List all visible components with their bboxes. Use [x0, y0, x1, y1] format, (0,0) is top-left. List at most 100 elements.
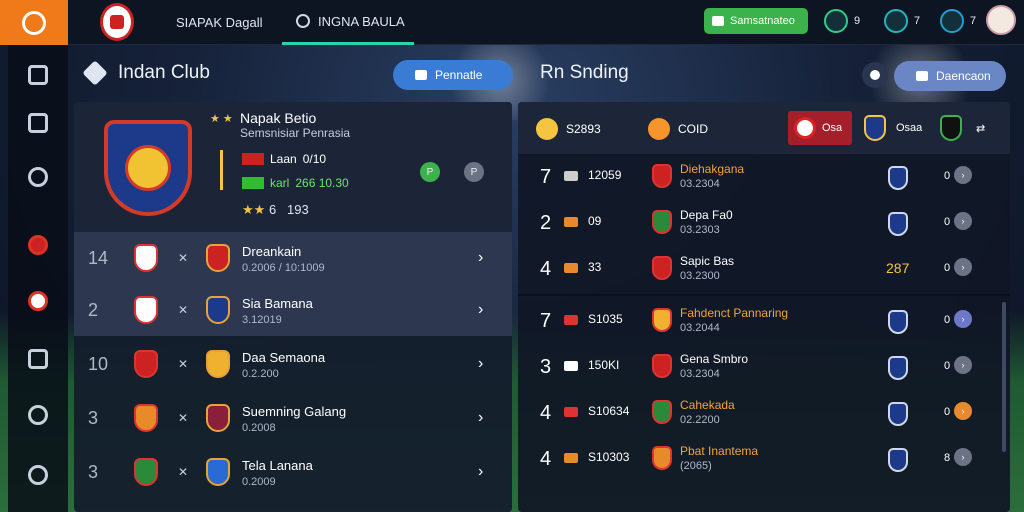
- away-crest-icon: [206, 458, 230, 486]
- stat-value: 9: [854, 15, 861, 27]
- club-crest-icon[interactable]: [864, 115, 886, 141]
- shield-icon: [28, 167, 48, 187]
- row-subtitle: 03.2044: [680, 322, 720, 334]
- left-action-button[interactable]: Pennatle: [393, 60, 513, 90]
- row-count: 0: [944, 360, 951, 372]
- app-logo[interactable]: [0, 0, 68, 45]
- fixture-row[interactable]: 14 ✕ Dreankain 0.2006 / 10:1009 ›: [74, 232, 512, 284]
- info-dot-icon[interactable]: ›: [954, 258, 972, 276]
- row-title: Fahdenct Pannaring: [680, 306, 789, 320]
- row-code: 33: [588, 260, 602, 274]
- swap-icon[interactable]: ⇄: [976, 122, 985, 135]
- record-toggle[interactable]: [862, 62, 888, 88]
- standings-panel: S2893 COID Osa Osaa ⇄ 7 12059 Diehakgana 03…: [518, 102, 1010, 512]
- row-title: Diehakgana: [680, 162, 745, 176]
- tab-selected-label: Osa: [822, 122, 843, 134]
- club-crest-icon: [652, 446, 672, 470]
- settings-icon: [28, 465, 48, 485]
- club-card[interactable]: ★ ★ Napak Betio Semsnisiar Penrasia Laan…: [74, 102, 512, 232]
- info-dot-icon[interactable]: ›: [954, 448, 972, 466]
- avatar[interactable]: [986, 5, 1016, 35]
- fixture-date: 0.2008: [242, 422, 276, 434]
- chevron-right-icon: ›: [478, 249, 484, 266]
- right-action-button[interactable]: Daencaon: [894, 61, 1006, 91]
- trend-icon: [564, 315, 578, 325]
- standings-row[interactable]: 2 09 Depa Fa0 03.2303 0 ›: [518, 200, 1010, 246]
- row-subtitle: 02.2200: [680, 414, 720, 426]
- stat-value: 7: [914, 15, 921, 27]
- sidebar-item-tools[interactable]: [26, 347, 50, 371]
- row-rank: 2: [540, 212, 552, 234]
- green-action-label: Samsatnateo: [730, 15, 795, 27]
- fixture-date: 3.12019: [242, 314, 282, 326]
- standings-row[interactable]: 4 33 Sapic Bas 03.2300 287 0 ›: [518, 246, 1010, 292]
- row-rank: 7: [540, 166, 552, 188]
- tab-active[interactable]: INGNA BAULA: [282, 0, 414, 45]
- team-crest-icon: [888, 448, 908, 472]
- fixture-row[interactable]: 10 ✕ Daa Semaona 0.2.200 ›: [74, 338, 512, 390]
- row-code: S10303: [588, 450, 630, 464]
- standings-row[interactable]: 4 S10303 Pbat Inantema (2065) 8 ›: [518, 436, 1010, 482]
- club-crest-icon: [28, 235, 48, 255]
- club-crest-icon: [652, 308, 672, 332]
- club-line-1-value: 0/10: [302, 152, 327, 166]
- info-dot-icon[interactable]: ›: [954, 166, 972, 184]
- club-crest-icon[interactable]: [940, 115, 962, 141]
- standings-row[interactable]: 4 S10634 Cahekada 02.2200 0 ›: [518, 390, 1010, 436]
- stat-currency[interactable]: 9: [824, 8, 860, 34]
- fixture-row[interactable]: 2 ✕ Sia Bamana 3.12019 ›: [74, 284, 512, 336]
- trend-icon: [564, 171, 578, 181]
- row-rank: 4: [540, 448, 552, 470]
- standings-row[interactable]: 7 12059 Diehakgana 03.2304 0 ›: [518, 154, 1010, 200]
- stat-tokens[interactable]: 7: [884, 8, 920, 34]
- tab-selected-club[interactable]: Osa: [788, 111, 852, 145]
- green-action-button[interactable]: Samsatnateo: [704, 8, 808, 34]
- fixture-name: Daa Semaona: [242, 350, 326, 365]
- sidebar-item-shield[interactable]: [26, 165, 50, 189]
- section-divider: [518, 294, 1010, 296]
- info-dot-icon[interactable]: ›: [954, 402, 972, 420]
- club-crest-icon: [794, 117, 816, 139]
- fixture-number: 2: [88, 299, 99, 320]
- fixture-row[interactable]: 3 ✕ Tela Lanana 0.2009 ›: [74, 446, 512, 498]
- chevron-right-icon: ›: [478, 355, 484, 372]
- standings-row[interactable]: 7 S1035 Fahdenct Pannaring 03.2044 0 ›: [518, 298, 1010, 344]
- info-dot-icon[interactable]: ›: [954, 212, 972, 230]
- sidebar-item-tactics[interactable]: [26, 111, 50, 135]
- row-title: Gena Smbro: [680, 352, 749, 366]
- club-line-2-value: 266 10.30: [295, 176, 349, 190]
- tools-icon: [28, 349, 48, 369]
- stat-gems[interactable]: 7: [940, 8, 976, 34]
- club-crest-icon: [652, 164, 672, 188]
- club-panel: ★ ★ Napak Betio Semsnisiar Penrasia Laan…: [74, 102, 512, 512]
- confirm-dot-button[interactable]: P: [420, 162, 440, 182]
- sidebar-item-team[interactable]: [26, 289, 50, 313]
- info-dot-button[interactable]: P: [464, 162, 484, 182]
- sidebar-item-building[interactable]: [26, 63, 50, 87]
- card-icon: [712, 16, 724, 26]
- sidebar-item-target[interactable]: [26, 403, 50, 427]
- sidebar-item-settings[interactable]: [26, 463, 50, 487]
- info-dot-icon[interactable]: ›: [954, 356, 972, 374]
- sidebar-item-club[interactable]: [26, 233, 50, 257]
- scrollbar[interactable]: [1002, 302, 1006, 452]
- row-code: S10634: [588, 404, 630, 418]
- club-crest-icon: [652, 354, 672, 378]
- chevron-right-icon: ›: [478, 409, 484, 426]
- info-dot-icon[interactable]: ›: [954, 310, 972, 328]
- fixture-row[interactable]: 3 ✕ Suemning Galang 0.2008 ›: [74, 392, 512, 444]
- tab-overview[interactable]: SIAPAK Dagall: [176, 0, 262, 45]
- row-subtitle: (2065): [680, 460, 712, 472]
- club-crest-icon[interactable]: [100, 3, 134, 41]
- header-code-2: COID: [678, 122, 708, 136]
- header-text: Osaa: [896, 122, 923, 134]
- flag-icon: [242, 177, 264, 189]
- chevron-right-icon: ›: [478, 301, 484, 318]
- chevron-right-icon: ›: [478, 463, 484, 480]
- club-subtitle: Semsnisiar Penrasia: [240, 126, 351, 140]
- token-icon: [884, 9, 908, 33]
- right-section-title: Rn Snding: [540, 62, 629, 83]
- standings-row[interactable]: 3 150KI Gena Smbro 03.2304 0 ›: [518, 344, 1010, 390]
- row-code: 12059: [588, 168, 622, 182]
- arrow-icon: [28, 113, 48, 133]
